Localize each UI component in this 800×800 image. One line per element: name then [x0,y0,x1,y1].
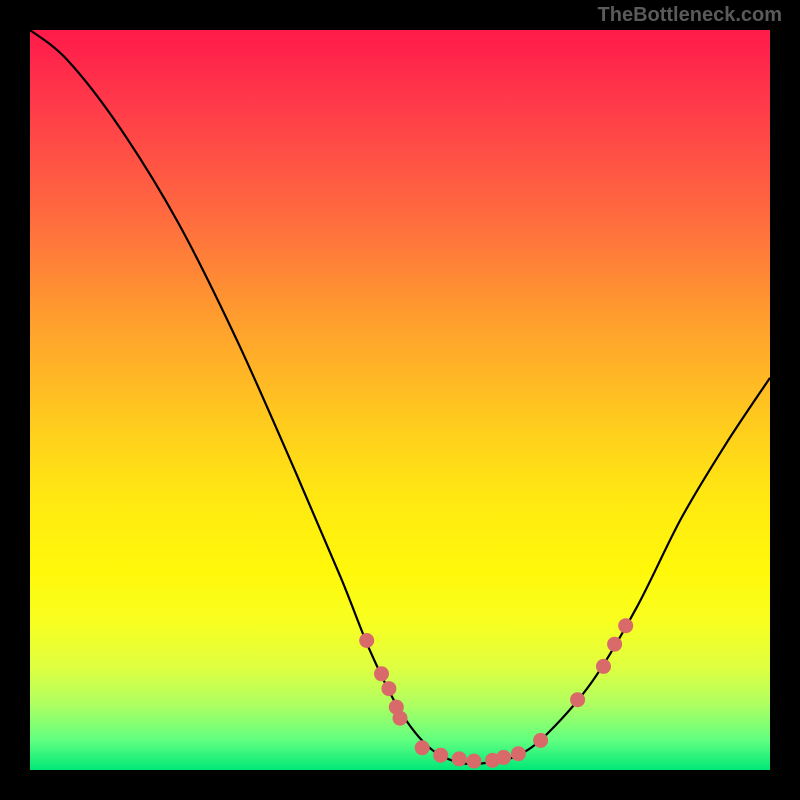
data-point [393,711,408,726]
data-point [596,659,611,674]
data-point [511,746,526,761]
data-dots [359,618,633,768]
bottleneck-curve [30,30,770,764]
data-point [496,750,511,765]
curve-layer [30,30,770,770]
data-point [374,666,389,681]
data-point [570,692,585,707]
data-point [533,733,548,748]
data-point [618,618,633,633]
data-point [381,681,396,696]
data-point [433,748,448,763]
chart-frame: TheBottleneck.com [0,0,800,800]
watermark-text: TheBottleneck.com [598,4,782,27]
data-point [415,740,430,755]
data-point [452,751,467,766]
data-point [359,633,374,648]
plot-area [30,30,770,770]
data-point [607,637,622,652]
data-point [467,754,482,769]
